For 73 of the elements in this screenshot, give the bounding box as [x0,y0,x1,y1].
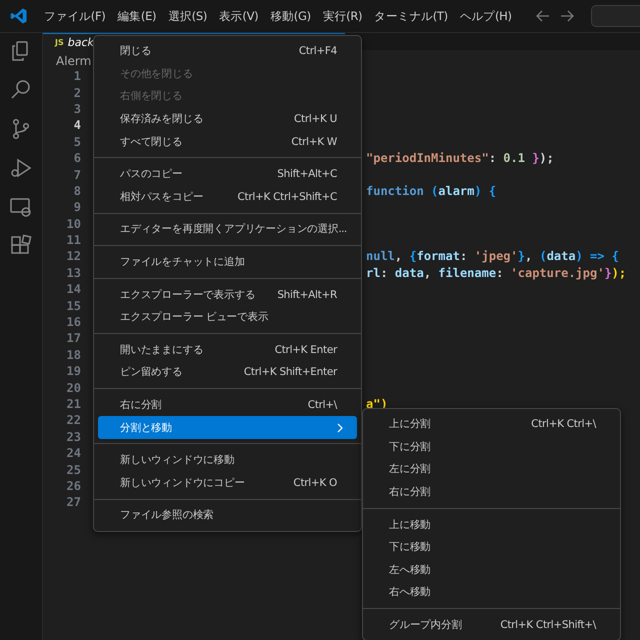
menu-bar-item[interactable]: ヘルプ(H) [454,8,518,24]
menu-item[interactable]: 左に分割 [367,458,616,481]
line-number: 15 [66,298,81,313]
search-field[interactable] [591,5,640,27]
menu-item[interactable]: 上に分割 Ctrl+K Ctrl+\ [367,413,616,436]
menu-item[interactable]: すべて閉じる Ctrl+K W [98,130,357,153]
code-line: function (alarm) { [366,184,496,198]
line-number: 17 [66,331,81,346]
menu-item[interactable]: パスのコピー Shift+Alt+C [98,162,357,186]
line-number: 4 [72,118,81,132]
line-number: 22 [66,413,81,428]
line-number: 11 [66,233,81,248]
menu-item[interactable]: グループ内分割 Ctrl+K Ctrl+Shift+\ [367,614,616,636]
menu-item[interactable]: ファイルをチャットに追加 [98,250,357,274]
code-line: a") [366,397,388,411]
menu-item[interactable]: エクスプローラー ビューで表示 [98,306,357,329]
menu-item[interactable]: 右に分割 [367,480,616,504]
menu-item[interactable]: 閉じる Ctrl+F4 [98,40,357,63]
menu-item[interactable]: ファイル参照の検索 [98,504,357,527]
line-number: 10 [66,216,81,231]
menu-item[interactable]: 新しいウィンドウにコピー Ctrl+K O [98,472,357,494]
line-number: 9 [72,200,81,214]
forward-arrow-icon[interactable] [559,8,575,24]
menu-item[interactable]: 開いたままにする Ctrl+K Enter [98,338,357,362]
breadcrumb[interactable]: Alerm [56,54,92,68]
line-number: 6 [72,151,81,166]
menu-item[interactable]: エディターを再度開くアプリケーションの選択... [98,218,357,241]
run-debug-icon[interactable] [9,156,33,180]
menu-item[interactable]: 新しいウィンドウに移動 [98,448,357,472]
menu-bar-item[interactable]: 実行(R) [316,8,368,24]
line-number: 27 [66,495,81,510]
menu-bar-item[interactable]: 編集(E) [112,8,162,24]
line-number: 14 [66,282,81,296]
line-number: 2 [72,86,81,100]
menu-bar-item[interactable]: 表示(V) [213,8,264,24]
menu-bar-item[interactable]: 選択(S) [162,8,214,24]
menu-bar-item[interactable]: ターミナル(T) [368,8,454,24]
app-logo-icon [10,7,28,25]
line-number: 23 [66,430,81,444]
menu-item[interactable]: 分割と移動 [98,416,357,439]
line-number: 21 [66,397,81,411]
menu-item[interactable]: エクスプローラーで表示する Shift+Alt+R [98,283,357,306]
line-number: 16 [66,315,81,330]
line-number: 24 [66,446,81,460]
menu-item[interactable]: 上に移動 [367,513,616,536]
tab-label: back [68,36,94,48]
menu-bar-item[interactable]: ファイル(F) [38,8,112,24]
code-line: rl: data, filename: 'capture.jpg'}); [366,266,626,280]
line-number: 12 [66,249,81,264]
menu-item[interactable]: 保存済みを閉じる Ctrl+K U [98,108,357,130]
menu-item[interactable]: 下に移動 [367,536,616,559]
line-number: 7 [72,168,81,182]
menu-bar-item[interactable]: 移動(G) [264,8,317,24]
line-number: 25 [66,462,81,477]
line-number: 13 [66,266,81,280]
line-number: 18 [66,348,81,362]
javascript-file-icon: JS [55,38,64,46]
line-number: 26 [66,478,81,493]
menu-item[interactable]: 右へ移動 [367,581,616,604]
menu-item[interactable]: 下に分割 [367,436,616,458]
line-number: 8 [72,184,81,198]
back-arrow-icon[interactable] [535,8,551,24]
menu-item[interactable]: ピン留めする Ctrl+K Shift+Enter [98,361,357,384]
line-number: 19 [66,364,81,378]
code-line: "periodInMinutes": 0.1 }); [366,151,554,166]
line-number: 1 [72,69,81,84]
menu-item[interactable]: 相対パスをコピー Ctrl+K Ctrl+Shift+C [98,186,357,208]
code-line: null, {format: 'jpeg'}, (data) => { [366,249,619,264]
menu-item[interactable]: 右に分割 Ctrl+\ [98,394,357,416]
line-number: 5 [72,134,81,149]
line-number: 3 [72,102,81,116]
line-number: 20 [66,380,81,395]
menu-item[interactable]: 左へ移動 [367,558,616,582]
